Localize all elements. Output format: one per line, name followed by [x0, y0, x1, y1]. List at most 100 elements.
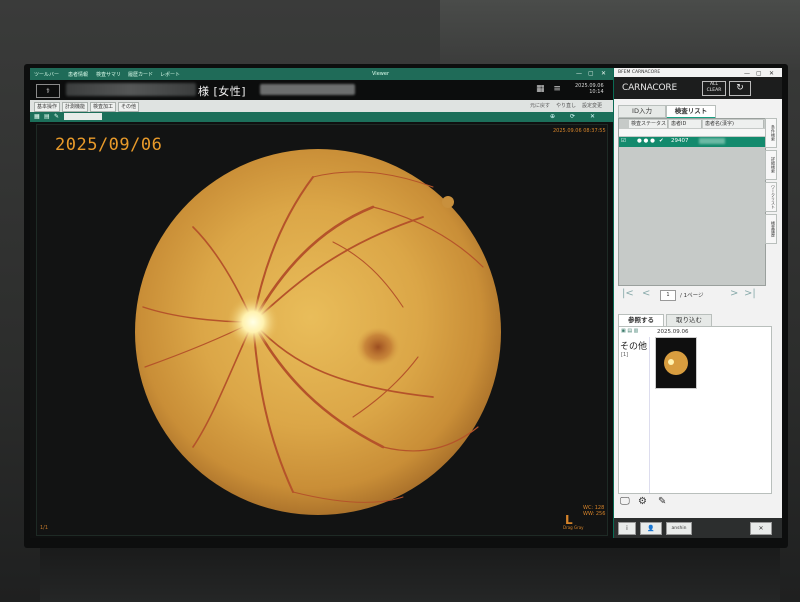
fundus-photo — [135, 149, 501, 515]
macula — [356, 327, 400, 367]
monitor-icon[interactable]: 🖵 — [620, 496, 630, 507]
side-tab-detail[interactable]: 詳細検索 — [765, 150, 777, 180]
menu-history-card[interactable]: 履歴カード — [128, 71, 153, 78]
next-page-icon[interactable]: > — [730, 288, 738, 299]
fundus-thumbnail[interactable] — [655, 337, 697, 389]
tool-other-button[interactable]: その他 — [118, 102, 140, 112]
user-button[interactable]: 👤 — [640, 522, 662, 535]
anshin-button[interactable]: anshin — [666, 522, 692, 535]
tool-process-button[interactable]: 検査加工 — [90, 102, 117, 112]
col-patient-id[interactable]: 患者ID — [669, 120, 702, 128]
check-icon: ✔ — [659, 138, 664, 144]
ref-count: [1] — [621, 352, 629, 358]
first-page-icon[interactable]: |< — [622, 288, 634, 299]
col-patient-name[interactable]: 患者名(漢字) — [703, 120, 764, 128]
menu-patient-info[interactable]: 患者情報 — [68, 71, 88, 78]
menu-toolbar[interactable]: ツールバー — [34, 71, 59, 78]
viewer-titlebar: ツールバー 患者情報 検査サマリ 履歴カード レポート Viewer — ▢ ✕ — [30, 68, 613, 80]
window-level: WC: 128 WW: 256 — [583, 505, 605, 517]
bottom-toolbar: 🖵 ⚙ ✎ — [618, 496, 778, 510]
info-button[interactable]: i — [618, 522, 636, 535]
row-patient-name-blurred — [699, 138, 725, 144]
pen-icon[interactable]: ✎ — [54, 113, 59, 120]
camera-icon[interactable]: ⚙ — [638, 496, 647, 507]
tab-exam-list[interactable]: 検査リスト — [666, 105, 716, 119]
rotate-icon[interactable]: ⟳ — [570, 113, 575, 120]
optic-disc — [227, 296, 279, 348]
row-checkbox[interactable]: ☑ — [621, 138, 626, 144]
app-maximize-icon[interactable]: ▢ — [756, 70, 762, 77]
last-page-icon[interactable]: >| — [744, 288, 756, 299]
maximize-icon[interactable]: ▢ — [588, 70, 594, 77]
reference-tabs: 参照する 取り込む — [618, 314, 768, 328]
viewer-subbar: ▦ ▤ ✎ ⊕ ⟳ ✕ — [30, 112, 613, 122]
desk-area — [40, 548, 780, 602]
patient-header: ⚕ 様 [女性] ▦ ≡ 2025.09.06 10:14 — [30, 80, 613, 100]
app-header: CARNACORE ALL CLEAR ↻ — [614, 77, 782, 99]
row-patient-id: 29407 — [671, 138, 689, 144]
notch-mark — [442, 196, 454, 208]
monitor-screen: ツールバー 患者情報 検査サマリ 履歴カード レポート Viewer — ▢ ✕… — [30, 68, 782, 538]
app-titlebar: BFEM CARNACORE — ▢ ✕ — [614, 68, 782, 77]
app-title: BFEM CARNACORE — [618, 70, 661, 75]
table-row[interactable]: ☑ ● ● ● ✔ 29407 — [619, 137, 765, 147]
fundus-image-panel[interactable]: 2025/09/06 2025.09.06 08:37:55 L WC: 128… — [36, 124, 608, 536]
header-icons: ▦ ≡ — [536, 84, 561, 94]
tool-measure-button[interactable]: 計測機能 — [62, 102, 89, 112]
all-clear-button[interactable]: ALL CLEAR — [702, 81, 726, 96]
tools-button[interactable]: ✕ — [750, 522, 772, 535]
patient-name-blurred — [66, 83, 196, 96]
menu-report[interactable]: レポート — [160, 71, 180, 78]
layout-icon[interactable]: ▤ — [44, 113, 50, 120]
panel-close-icon[interactable]: ✕ — [590, 113, 595, 120]
redo-button[interactable]: やり直し — [556, 102, 576, 109]
app-close-icon[interactable]: ✕ — [769, 70, 774, 77]
settings-button[interactable]: 設定変更 — [582, 102, 602, 109]
pager: |< < 1 / 1ページ > >| — [620, 288, 770, 302]
app-minimize-icon[interactable]: — — [744, 70, 750, 77]
calendar-icon[interactable]: ▦ — [536, 84, 545, 94]
patient-gender: 様 [女性] — [198, 85, 247, 98]
ref-category: その他 — [620, 342, 648, 352]
image-index: 1/1 — [40, 525, 49, 531]
side-tab-condition[interactable]: 条件検索 — [765, 118, 777, 148]
ref-divider — [649, 337, 650, 493]
tool-basic-button[interactable]: 基本操作 — [34, 102, 61, 112]
close-icon[interactable]: ✕ — [601, 70, 606, 77]
ref-tool-icons[interactable]: ▣ ▤ ▥ — [621, 328, 638, 334]
menu-exam-summary[interactable]: 検査サマリ — [96, 71, 121, 78]
side-tab-history[interactable]: 検査履歴 — [765, 214, 777, 244]
carnacore-window: BFEM CARNACORE — ▢ ✕ CARNACORE ALL CLEAR… — [613, 68, 782, 538]
background-window-light — [440, 0, 800, 70]
viewer-toolbar: 基本操作 計測機能 検査加工 その他 元に戻す やり直し 設定変更 — [30, 100, 613, 112]
patient-dob-blurred — [260, 84, 355, 95]
tab-id-input[interactable]: ID入力 — [618, 105, 666, 118]
col-status[interactable]: 検査ステータス — [629, 120, 668, 128]
grid-icon[interactable]: ▦ — [34, 113, 40, 120]
row-status-icons: ● ● ● — [637, 138, 655, 144]
viewer-window: ツールバー 患者情報 検査サマリ 履歴カード レポート Viewer — ▢ ✕… — [30, 68, 613, 538]
layout-field[interactable] — [64, 113, 102, 120]
page-input[interactable]: 1 — [660, 290, 676, 301]
ref-date: 2025.09.06 — [657, 329, 689, 335]
prev-page-icon[interactable]: < — [642, 288, 650, 299]
zoom-icon[interactable]: ⊕ — [550, 113, 555, 120]
side-tabs: 条件検索 詳細検索 ワークリスト 検査履歴 — [765, 118, 779, 278]
main-tabs: ID入力 検査リスト — [618, 105, 768, 119]
app-footer: i 👤 anshin ✕ — [614, 518, 782, 538]
patient-card-icon[interactable]: ⚕ — [36, 84, 60, 98]
filter-row[interactable] — [619, 129, 765, 136]
database-icon[interactable]: ≡ — [553, 84, 561, 94]
minimize-icon[interactable]: — — [576, 70, 582, 77]
undo-button[interactable]: 元に戻す — [530, 102, 550, 109]
image-timestamp: 2025.09.06 08:37:55 — [553, 128, 606, 134]
refresh-button[interactable]: ↻ — [729, 81, 751, 96]
page-total: / 1ページ — [680, 293, 704, 299]
ww-value: WW: 256 — [583, 511, 606, 517]
reference-panel: ▣ ▤ ▥ 2025.09.06 その他 [1] — [618, 326, 772, 494]
exam-list-table: 検査ステータス 患者ID 患者名(漢字) ☑ ● ● ● ✔ 29407 — [618, 118, 766, 286]
brand-logo: CARNACORE — [622, 83, 677, 93]
edit-icon[interactable]: ✎ — [658, 496, 666, 507]
side-tab-worklist[interactable]: ワークリスト — [765, 182, 777, 212]
header-time: 10:14 — [589, 89, 604, 95]
